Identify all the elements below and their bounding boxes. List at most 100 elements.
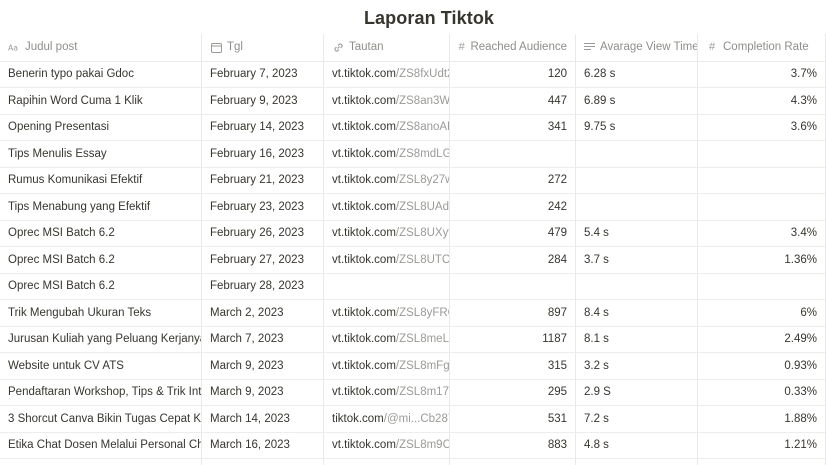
column-header-tautan[interactable]: Tautan (324, 34, 450, 61)
cell-average-view-time[interactable]: 3.7 s (576, 247, 698, 273)
column-header-tgl[interactable]: Tgl (202, 34, 324, 61)
link-path[interactable]: /ZSL8UXyv (396, 227, 449, 239)
cell-reached-audience[interactable]: 120 (450, 61, 576, 87)
cell-completion-rate[interactable]: 4.3% (698, 88, 826, 114)
cell-tgl[interactable]: March 2, 2023 (202, 300, 324, 326)
cell-completion-rate[interactable] (698, 194, 826, 220)
link-host[interactable]: vt.tiktok.com (332, 307, 396, 319)
cell-reached-audience[interactable]: 341 (450, 114, 576, 140)
link-host[interactable]: vt.tiktok.com (332, 201, 396, 213)
table-row[interactable] (0, 459, 826, 465)
cell-tgl[interactable]: February 21, 2023 (202, 167, 324, 193)
link-path[interactable]: /ZSL8yFRCJ (396, 307, 449, 319)
table-row[interactable]: 3 Shorcut Canva Bikin Tugas Cepat Ke Marc… (0, 406, 826, 433)
cell-tgl[interactable]: February 28, 2023 (202, 273, 324, 299)
cell-completion-rate[interactable]: 3.7% (698, 61, 826, 87)
cell-tautan[interactable] (324, 273, 450, 299)
cell-judul[interactable]: Oprec MSI Batch 6.2 (0, 247, 202, 273)
cell-average-view-time[interactable]: 2.9 S (576, 379, 698, 405)
cell-judul[interactable]: Jurusan Kuliah yang Peluang Kerjanya (0, 326, 202, 352)
cell-completion-rate[interactable] (698, 273, 826, 299)
link-path[interactable]: /ZSL8m9CK (396, 439, 449, 451)
cell-tgl[interactable]: February 14, 2023 (202, 114, 324, 140)
table-row[interactable]: Trik Mengubah Ukuran Teks March 2, 2023 vt… (0, 300, 826, 327)
cell-tautan[interactable]: vt.tiktok.com/ZSL8mFgA (324, 353, 450, 379)
link-path[interactable]: /ZSL8mFgA (396, 360, 449, 372)
link-path[interactable]: /ZS8anoAE (396, 121, 449, 133)
table-row[interactable]: Tips Menulis Essay February 16, 2023 vt.ti… (0, 141, 826, 168)
cell-judul[interactable]: Rapihin Word Cuma 1 Klik (0, 88, 202, 114)
cell-completion-rate[interactable]: 3.4% (698, 220, 826, 246)
cell-tgl[interactable]: February 9, 2023 (202, 88, 324, 114)
cell-judul[interactable]: 3 Shorcut Canva Bikin Tugas Cepat Ke (0, 406, 202, 432)
cell-tautan[interactable]: vt.tiktok.com/ZSL8m9CK (324, 432, 450, 458)
link-host[interactable]: vt.tiktok.com (332, 148, 396, 160)
link-host[interactable]: vt.tiktok.com (332, 68, 396, 80)
cell-reached-audience[interactable] (450, 459, 576, 465)
cell-judul[interactable]: Benerin typo pakai Gdoc (0, 61, 202, 87)
cell-tgl[interactable]: March 9, 2023 (202, 379, 324, 405)
cell-average-view-time[interactable]: 6.89 s (576, 88, 698, 114)
cell-average-view-time[interactable] (576, 273, 698, 299)
link-path[interactable]: /ZSL8m17y (396, 386, 449, 398)
cell-tautan[interactable]: vt.tiktok.com/ZSL8UTCg (324, 247, 450, 273)
cell-tgl[interactable]: February 7, 2023 (202, 61, 324, 87)
cell-tautan[interactable]: vt.tiktok.com/ZS8anoAE (324, 114, 450, 140)
cell-judul[interactable] (0, 459, 202, 465)
link-path[interactable]: /@mi...Cb287 (384, 413, 449, 425)
cell-reached-audience[interactable]: 897 (450, 300, 576, 326)
column-header-completion-rate[interactable]: # Completion Rate (698, 34, 826, 61)
link-host[interactable]: vt.tiktok.com (332, 227, 396, 239)
cell-tautan[interactable]: vt.tiktok.com/ZSL8m17y (324, 379, 450, 405)
link-path[interactable]: /ZS8an3W5 (396, 95, 449, 107)
cell-average-view-time[interactable]: 7.2 s (576, 406, 698, 432)
cell-tautan[interactable]: vt.tiktok.com/ZS8fxUdt2 (324, 61, 450, 87)
cell-reached-audience[interactable]: 1187 (450, 326, 576, 352)
link-host[interactable]: vt.tiktok.com (332, 95, 396, 107)
table-row[interactable]: Oprec MSI Batch 6.2 February 28, 2023 (0, 273, 826, 300)
cell-average-view-time[interactable]: 8.1 s (576, 326, 698, 352)
table-row[interactable]: Etika Chat Dosen Melalui Personal Cha Mar… (0, 432, 826, 459)
cell-completion-rate[interactable]: 0.33% (698, 379, 826, 405)
cell-completion-rate[interactable] (698, 141, 826, 167)
link-path[interactable]: /ZSL8UAdV (396, 201, 449, 213)
link-host[interactable]: vt.tiktok.com (332, 386, 396, 398)
cell-tgl[interactable]: March 7, 2023 (202, 326, 324, 352)
link-host[interactable]: tiktok.com (332, 413, 384, 425)
cell-completion-rate[interactable]: 0.93% (698, 353, 826, 379)
cell-judul[interactable]: Etika Chat Dosen Melalui Personal Cha (0, 432, 202, 458)
cell-average-view-time[interactable] (576, 459, 698, 465)
table-row[interactable]: Opening Presentasi February 14, 2023 vt.ti… (0, 114, 826, 141)
cell-tgl[interactable]: February 23, 2023 (202, 194, 324, 220)
cell-tgl[interactable]: March 9, 2023 (202, 353, 324, 379)
cell-judul[interactable]: Rumus Komunikasi Efektif (0, 167, 202, 193)
cell-tautan[interactable]: vt.tiktok.com/ZS8an3W5 (324, 88, 450, 114)
cell-completion-rate[interactable]: 1.88% (698, 406, 826, 432)
cell-tgl[interactable]: February 16, 2023 (202, 141, 324, 167)
column-header-judul[interactable]: Aa Judul post (0, 34, 202, 61)
table-row[interactable]: Oprec MSI Batch 6.2 February 27, 2023 vt.t… (0, 247, 826, 274)
cell-tgl[interactable] (202, 459, 324, 465)
link-host[interactable]: vt.tiktok.com (332, 439, 396, 451)
cell-average-view-time[interactable] (576, 167, 698, 193)
link-path[interactable]: /ZS8mdLGr (396, 148, 449, 160)
cell-reached-audience[interactable]: 479 (450, 220, 576, 246)
cell-judul[interactable]: Pendaftaran Workshop, Tips & Trik Int (0, 379, 202, 405)
table-row[interactable]: Benerin typo pakai Gdoc February 7, 2023 v… (0, 61, 826, 88)
cell-judul[interactable]: Oprec MSI Batch 6.2 (0, 273, 202, 299)
cell-completion-rate[interactable]: 3.6% (698, 114, 826, 140)
cell-reached-audience[interactable] (450, 273, 576, 299)
cell-reached-audience[interactable]: 284 (450, 247, 576, 273)
cell-completion-rate[interactable]: 2.49% (698, 326, 826, 352)
cell-tautan[interactable] (324, 459, 450, 465)
column-header-reached-audience[interactable]: # Reached Audience (450, 34, 576, 61)
cell-reached-audience[interactable] (450, 141, 576, 167)
link-path[interactable]: /ZSL8UTCg (396, 254, 449, 266)
cell-tgl[interactable]: March 16, 2023 (202, 432, 324, 458)
cell-tautan[interactable]: tiktok.com/@mi...Cb287 (324, 406, 450, 432)
cell-judul[interactable]: Opening Presentasi (0, 114, 202, 140)
cell-reached-audience[interactable]: 315 (450, 353, 576, 379)
cell-judul[interactable]: Website untuk CV ATS (0, 353, 202, 379)
link-host[interactable]: vt.tiktok.com (332, 254, 396, 266)
cell-judul[interactable]: Oprec MSI Batch 6.2 (0, 220, 202, 246)
